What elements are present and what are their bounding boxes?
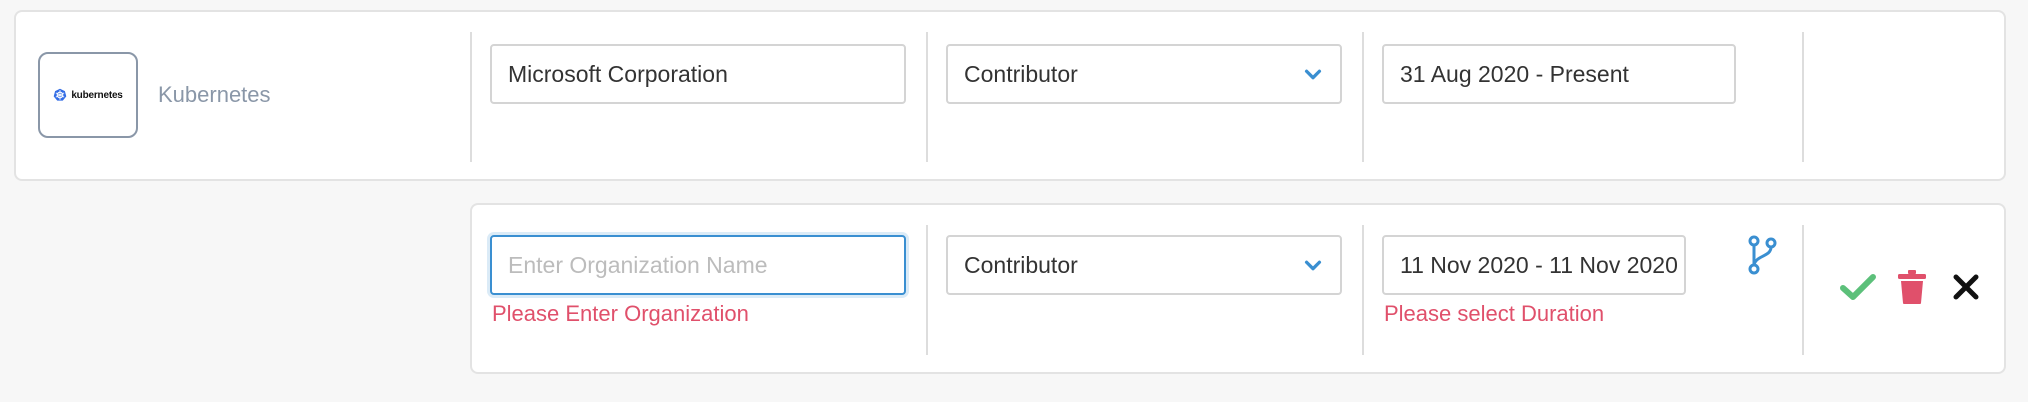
- column-divider: [1802, 32, 1804, 162]
- cancel-button[interactable]: [1946, 267, 1986, 307]
- duration-field[interactable]: 11 Nov 2020 - 11 Nov 2020: [1382, 235, 1686, 295]
- duration-field[interactable]: 31 Aug 2020 - Present: [1382, 44, 1736, 104]
- project-logo: kubernetes: [38, 52, 138, 138]
- confirm-button[interactable]: [1836, 265, 1880, 309]
- contribution-row-saved: kubernetes Kubernetes Microsoft Corporat…: [14, 10, 2006, 181]
- trash-icon: [1898, 270, 1926, 304]
- organization-field[interactable]: Microsoft Corporation: [490, 44, 906, 104]
- organization-input[interactable]: [490, 235, 906, 295]
- project-logo-text: kubernetes: [71, 89, 123, 101]
- column-divider: [470, 32, 472, 162]
- role-select[interactable]: Contributor: [946, 44, 1342, 104]
- role-select-value: Contributor: [964, 251, 1078, 278]
- role-select-value: Contributor: [964, 60, 1078, 87]
- chevron-down-icon: [1304, 260, 1322, 271]
- chevron-down-icon: [1304, 69, 1322, 80]
- git-branch-button[interactable]: [1742, 233, 1782, 277]
- organization-value: Microsoft Corporation: [508, 60, 728, 87]
- contribution-row-editing: Please Enter Organization Contributor 11…: [470, 203, 2006, 374]
- git-branch-icon: [1748, 235, 1777, 275]
- duration-value: 31 Aug 2020 - Present: [1400, 60, 1629, 87]
- kubernetes-wheel-icon: [54, 88, 67, 101]
- organization-error: Please Enter Organization: [492, 301, 749, 326]
- column-divider: [926, 32, 928, 162]
- close-icon: [1953, 274, 1979, 300]
- role-select[interactable]: Contributor: [946, 235, 1342, 295]
- duration-error: Please select Duration: [1384, 301, 1605, 326]
- column-divider: [1362, 225, 1364, 355]
- delete-button[interactable]: [1892, 265, 1932, 309]
- column-divider: [1802, 225, 1804, 355]
- column-divider: [926, 225, 928, 355]
- duration-value: 11 Nov 2020 - 11 Nov 2020: [1400, 251, 1678, 278]
- column-divider: [1362, 32, 1364, 162]
- checkmark-icon: [1840, 274, 1876, 300]
- project-name: Kubernetes: [158, 82, 271, 107]
